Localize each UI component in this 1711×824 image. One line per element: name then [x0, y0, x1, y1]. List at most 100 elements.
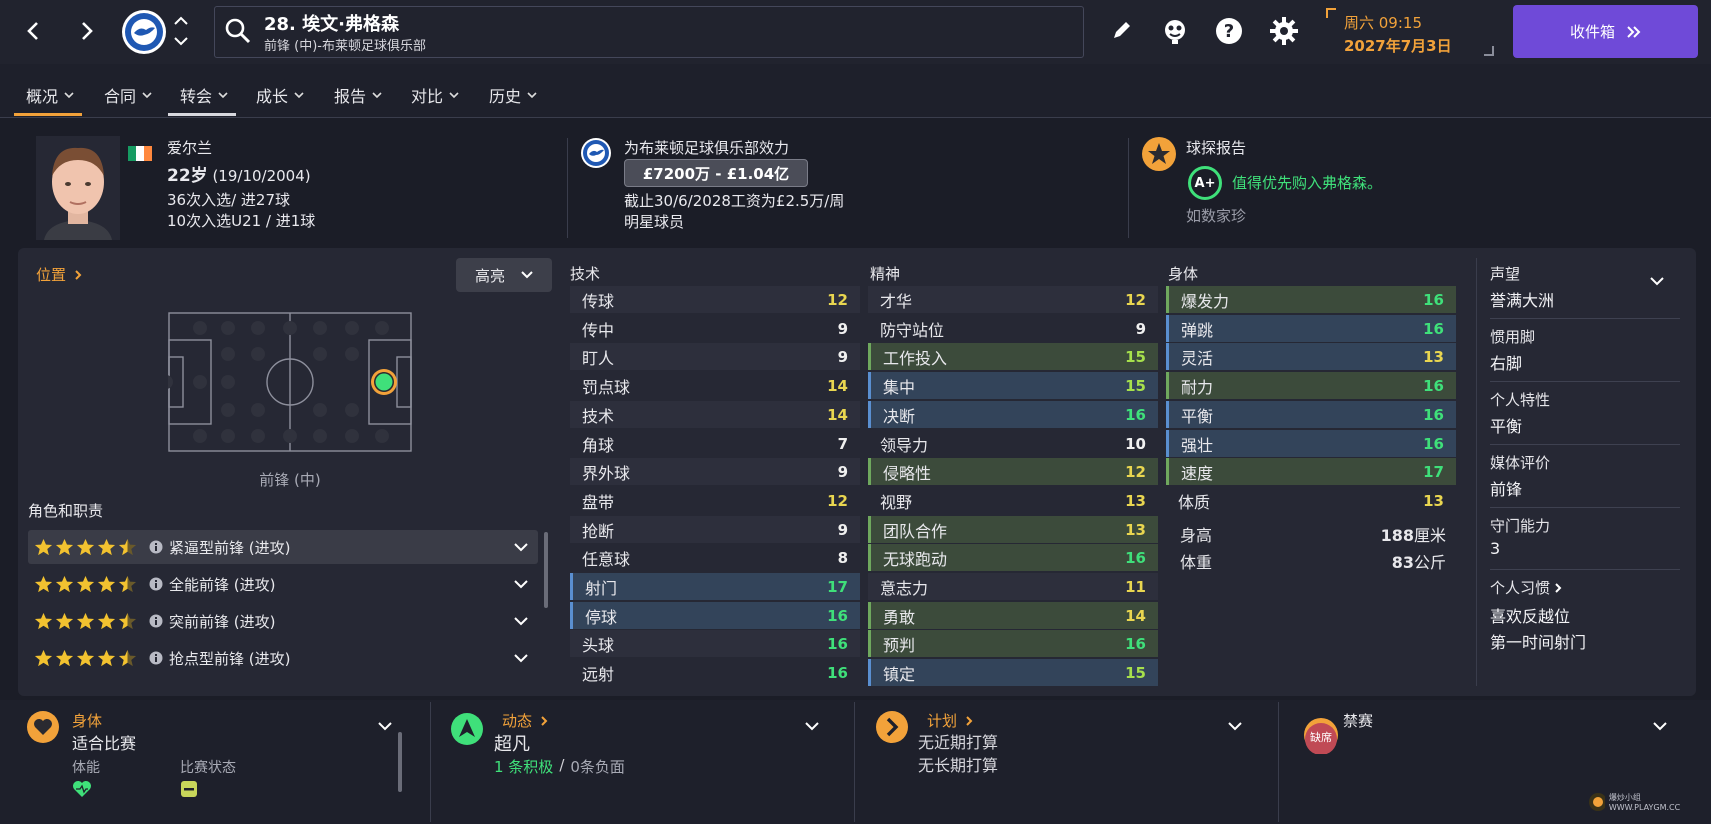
attribute-row[interactable]: 意志力 11 [868, 573, 1158, 600]
attribute-row[interactable]: 角球 7 [570, 430, 860, 457]
attribute-row[interactable]: 勇敢 14 [868, 602, 1158, 629]
chevron-down-icon[interactable] [514, 653, 528, 663]
back-button[interactable] [16, 14, 50, 48]
attribute-row[interactable]: 团队合作 13 [868, 516, 1158, 543]
info-icon[interactable] [149, 614, 163, 628]
scout-recommendation: 值得优先购入弗格森。 [1232, 174, 1383, 192]
help-icon[interactable]: ? [1214, 16, 1244, 46]
info-icon[interactable] [149, 577, 163, 591]
attribute-row[interactable]: 预判 16 [868, 630, 1158, 657]
attribute-row[interactable]: 射门 17 [570, 573, 860, 600]
divider [430, 702, 431, 822]
attribute-row[interactable]: 弹跳 16 [1166, 315, 1456, 342]
scout-report-title[interactable]: 球探报告 [1186, 137, 1246, 158]
attribute-row[interactable]: 盘带 12 [570, 487, 860, 514]
attribute-row[interactable]: 工作投入 15 [868, 343, 1158, 370]
club-crest-small[interactable] [580, 137, 612, 169]
attribute-row[interactable]: 盯人 9 [570, 343, 860, 370]
tab-label: 报告 [334, 87, 367, 106]
attribute-value: 12 [1125, 290, 1146, 309]
body-expand[interactable] [378, 721, 392, 731]
ban-expand[interactable] [1653, 721, 1667, 731]
highlight-dropdown[interactable]: 高亮 [456, 258, 552, 292]
tab-overview[interactable]: 概况 [14, 80, 83, 116]
attribute-row[interactable]: 传球 12 [570, 286, 860, 313]
attribute-row[interactable]: 头球 16 [570, 630, 860, 657]
position-pitch [168, 312, 412, 452]
club-crest[interactable] [120, 8, 168, 56]
chevron-down-icon[interactable] [514, 616, 528, 626]
attribute-row[interactable]: 灵活 13 [1166, 343, 1456, 370]
attribute-row[interactable]: 罚点球 14 [570, 372, 860, 399]
transfer-value-badge[interactable]: £7200万 - £1.04亿 [624, 159, 808, 187]
attribute-row[interactable]: 远射 16 [570, 659, 860, 686]
attribute-row[interactable]: 无球跑动 16 [868, 544, 1158, 571]
attribute-row[interactable]: 界外球 9 [570, 458, 860, 485]
position-link[interactable]: 位置 [36, 264, 82, 285]
roles-scrollbar[interactable] [544, 532, 548, 608]
tab-contract[interactable]: 合同 [104, 80, 152, 110]
forward-button[interactable] [70, 14, 104, 48]
role-row[interactable]: 紧逼型前锋 (进攻) [28, 530, 538, 564]
inbox-button[interactable]: 收件箱 [1513, 5, 1698, 58]
attribute-row[interactable]: 体质 13 [1166, 487, 1456, 514]
mascot-icon[interactable] [1160, 16, 1190, 46]
physical-title: 身体 [1168, 265, 1199, 283]
body-title[interactable]: 身体 [72, 710, 102, 731]
attribute-row[interactable]: 侵略性 12 [868, 458, 1158, 485]
habits-link[interactable]: 个人习惯 [1490, 577, 1562, 598]
attribute-row[interactable]: 镇定 15 [868, 659, 1158, 686]
info-icon[interactable] [149, 540, 163, 554]
tab-development[interactable]: 成长 [256, 80, 304, 110]
attribute-row[interactable]: 才华 12 [868, 286, 1158, 313]
plan-title: 计划 [927, 712, 958, 730]
attribute-row[interactable]: 任意球 8 [570, 544, 860, 571]
chevron-down-icon [1228, 722, 1242, 731]
chevron-down-icon[interactable] [514, 542, 528, 552]
tab-history[interactable]: 历史 [489, 80, 537, 110]
attribute-row[interactable]: 爆发力 16 [1166, 286, 1456, 313]
attribute-row[interactable]: 传中 9 [570, 315, 860, 342]
attribute-row[interactable]: 集中 15 [868, 372, 1158, 399]
info-icon[interactable] [149, 651, 163, 665]
attribute-value: 9 [837, 319, 848, 338]
attribute-row[interactable]: 停球 16 [570, 602, 860, 629]
dynamics-value: 超凡 [494, 734, 530, 755]
star-icon [55, 649, 74, 666]
chevron-down-icon[interactable] [514, 579, 528, 589]
role-row[interactable]: 突前前锋 (进攻) [28, 604, 538, 638]
chevron-down-icon [1653, 722, 1667, 731]
attribute-row[interactable]: 速度 17 [1166, 458, 1456, 485]
ban-title[interactable]: 禁赛 [1343, 710, 1373, 731]
tab-reports[interactable]: 报告 [334, 80, 382, 110]
attribute-row[interactable]: 耐力 16 [1166, 372, 1456, 399]
dynamics-arrow-icon [450, 712, 484, 746]
attribute-row[interactable]: 防守站位 9 [868, 315, 1158, 342]
attribute-row[interactable]: 抢断 9 [570, 516, 860, 543]
attribute-row[interactable]: 强壮 16 [1166, 430, 1456, 457]
attribute-row[interactable]: 技术 14 [570, 401, 860, 428]
bottom-scrollbar[interactable] [398, 732, 402, 792]
dynamics-expand[interactable] [805, 721, 819, 731]
weight-label: 体重 [1180, 552, 1213, 572]
plan-link[interactable]: 计划 [927, 710, 973, 731]
plan-expand[interactable] [1228, 721, 1242, 731]
settings-gear-icon[interactable] [1269, 16, 1299, 46]
tab-compare[interactable]: 对比 [411, 80, 459, 110]
search-icon[interactable] [224, 17, 252, 45]
tab-transfer[interactable]: 转会 [168, 80, 237, 116]
edit-icon[interactable] [1106, 16, 1136, 46]
role-row[interactable]: 抢点型前锋 (进攻) [28, 641, 538, 675]
divider [1490, 569, 1680, 570]
attribute-row[interactable]: 视野 13 [868, 487, 1158, 514]
attribute-row[interactable]: 决断 16 [868, 401, 1158, 428]
attribute-row[interactable]: 平衡 16 [1166, 401, 1456, 428]
reputation-expand[interactable] [1650, 276, 1664, 286]
heart-status-icon [26, 710, 60, 744]
attribute-name: 界外球 [582, 463, 631, 483]
role-stars [34, 575, 137, 594]
role-row[interactable]: 全能前锋 (进攻) [28, 567, 538, 601]
attribute-row[interactable]: 领导力 10 [868, 430, 1158, 457]
player-cycle-arrows[interactable] [172, 14, 190, 48]
dynamics-link[interactable]: 动态 [502, 710, 548, 731]
